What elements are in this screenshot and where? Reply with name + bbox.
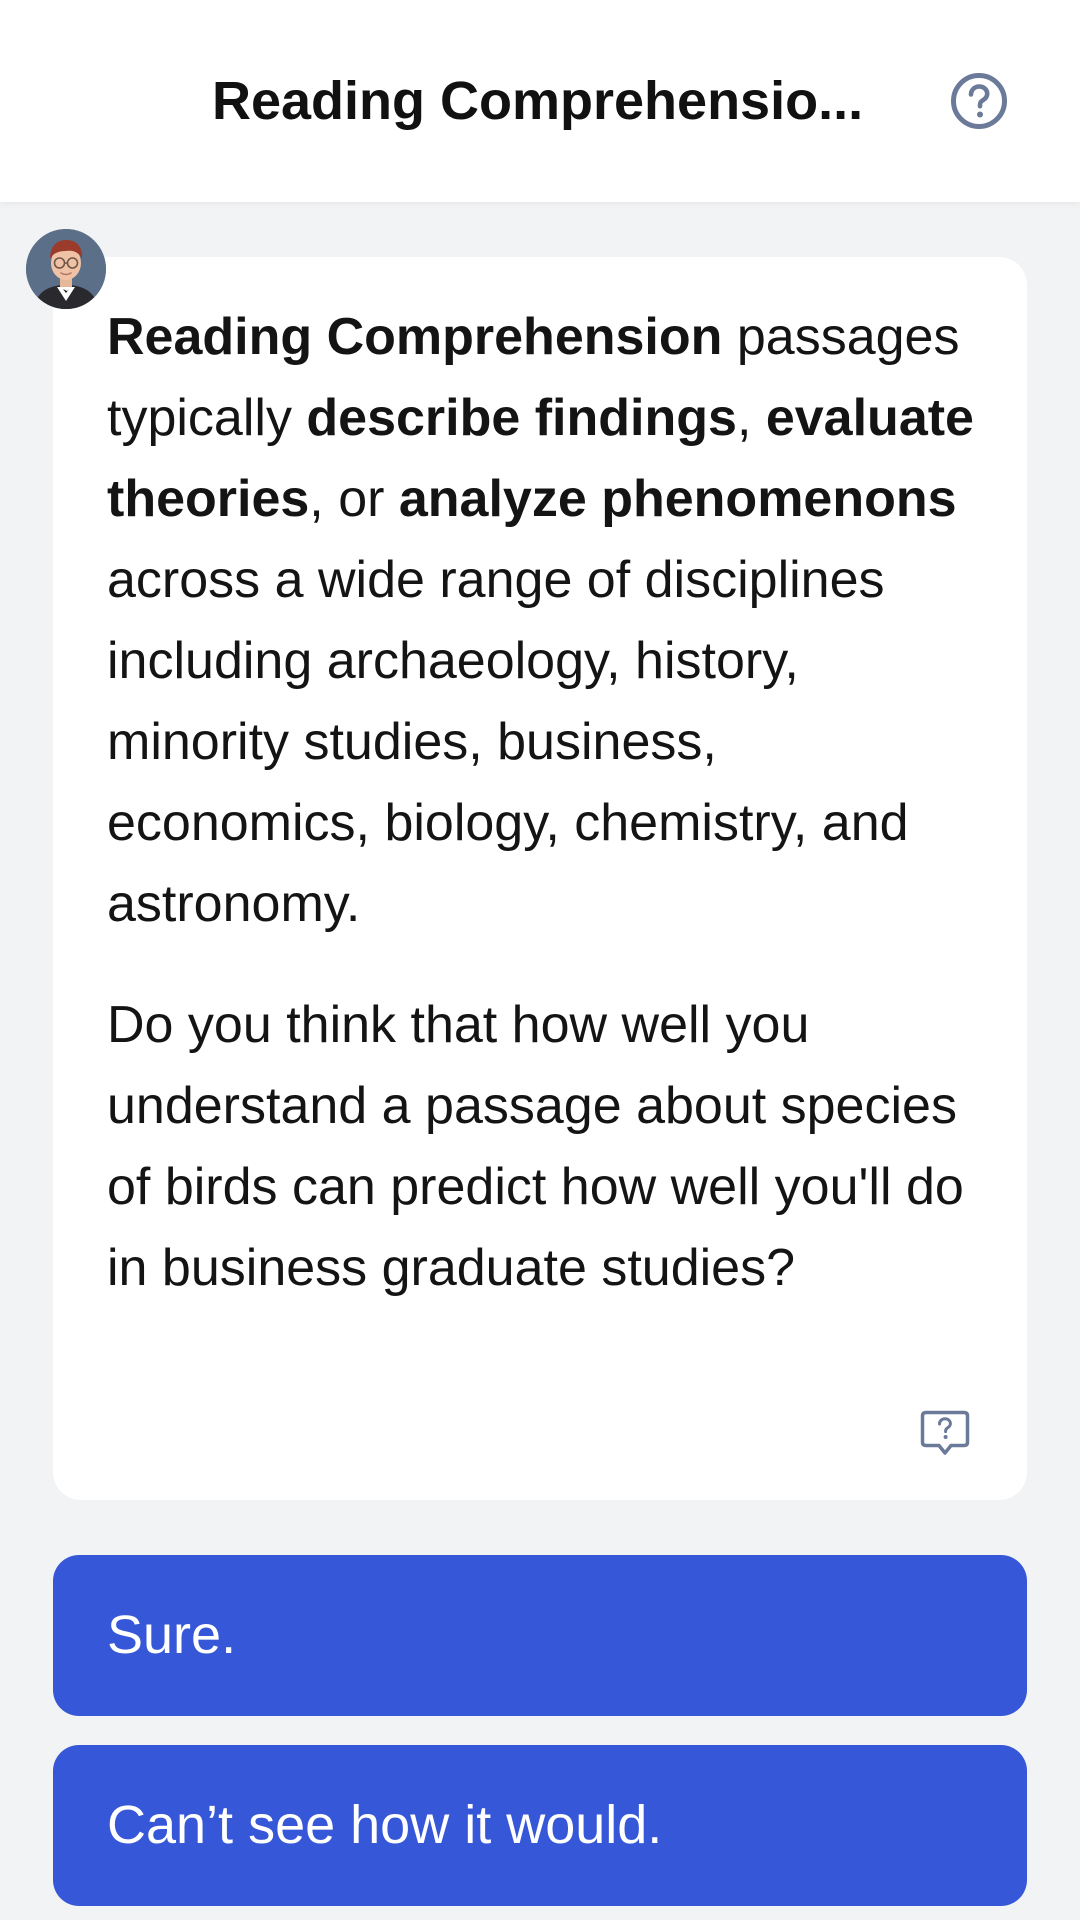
answer-option-sure[interactable]: Sure. — [53, 1555, 1027, 1716]
message-paragraph-intro: Reading Comprehension passages typically… — [107, 297, 987, 945]
tutor-message-card: Reading Comprehension passages typically… — [53, 257, 1027, 1500]
text-segment: across a wide range of disciplines inclu… — [107, 551, 909, 933]
question-circle-icon — [951, 73, 1007, 129]
answer-option-cant-see[interactable]: Can’t see how it would. — [53, 1745, 1027, 1906]
page-title: Reading Comprehensio... — [212, 71, 864, 131]
term-describe-findings: describe findings — [306, 389, 737, 447]
message-question: Do you think that how well you understan… — [107, 996, 964, 1297]
question-bubble-icon — [920, 1410, 970, 1455]
tutor-avatar — [26, 229, 106, 309]
term-reading-comprehension: Reading Comprehension — [107, 308, 723, 366]
text-segment: , or — [309, 470, 399, 528]
avatar-image — [26, 229, 106, 309]
help-button[interactable] — [950, 72, 1008, 130]
header-bar: Reading Comprehensio... — [0, 0, 1080, 202]
message-text: Reading Comprehension passages typically… — [107, 297, 987, 1309]
text-segment: , — [736, 389, 766, 447]
term-analyze-phenomenons: analyze phenomenons — [398, 470, 957, 528]
ask-question-button[interactable] — [919, 1409, 971, 1457]
